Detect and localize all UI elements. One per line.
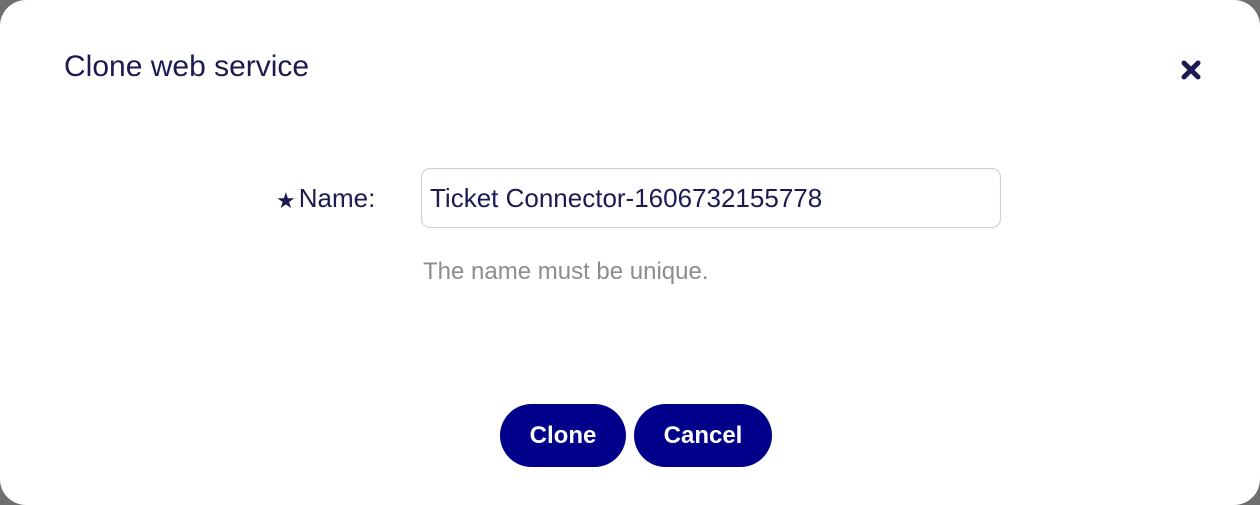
name-field-label: ★ Name: — [276, 183, 375, 214]
clone-button[interactable]: Clone — [500, 404, 626, 467]
close-button[interactable] — [1176, 55, 1206, 85]
dialog-title: Clone web service — [64, 50, 310, 83]
name-hint: The name must be unique. — [423, 258, 709, 285]
clone-web-service-dialog: Clone web service ★ Name: The name must … — [0, 0, 1260, 505]
required-star-icon: ★ — [276, 187, 296, 213]
name-input[interactable] — [421, 168, 1001, 228]
cancel-button[interactable]: Cancel — [634, 404, 772, 467]
close-icon — [1181, 60, 1201, 80]
name-label-text: Name: — [298, 183, 376, 213]
